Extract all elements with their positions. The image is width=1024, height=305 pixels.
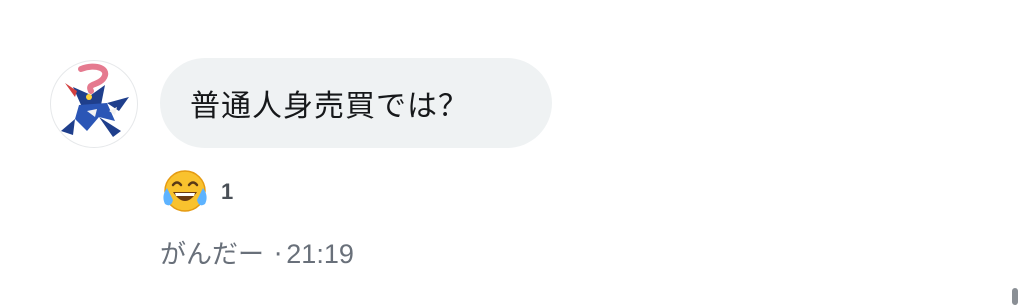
reaction-badge[interactable]: 1 xyxy=(159,166,233,218)
message-text: 普通人身売買では？ xyxy=(190,89,469,124)
face-with-tears-of-joy-icon xyxy=(163,170,207,212)
avatar[interactable] xyxy=(50,60,138,148)
avatar-character-icon xyxy=(61,63,129,137)
author-name[interactable]: がんだー xyxy=(160,234,264,271)
comment-meta: がんだー · 21:19 xyxy=(160,234,354,271)
message-bubble[interactable]: 普通人身売買では？ xyxy=(160,58,552,148)
reaction-count: 1 xyxy=(221,179,234,204)
scrollbar[interactable] xyxy=(1012,288,1018,305)
meta-separator: · xyxy=(274,240,283,270)
timestamp: 21:19 xyxy=(286,239,354,269)
